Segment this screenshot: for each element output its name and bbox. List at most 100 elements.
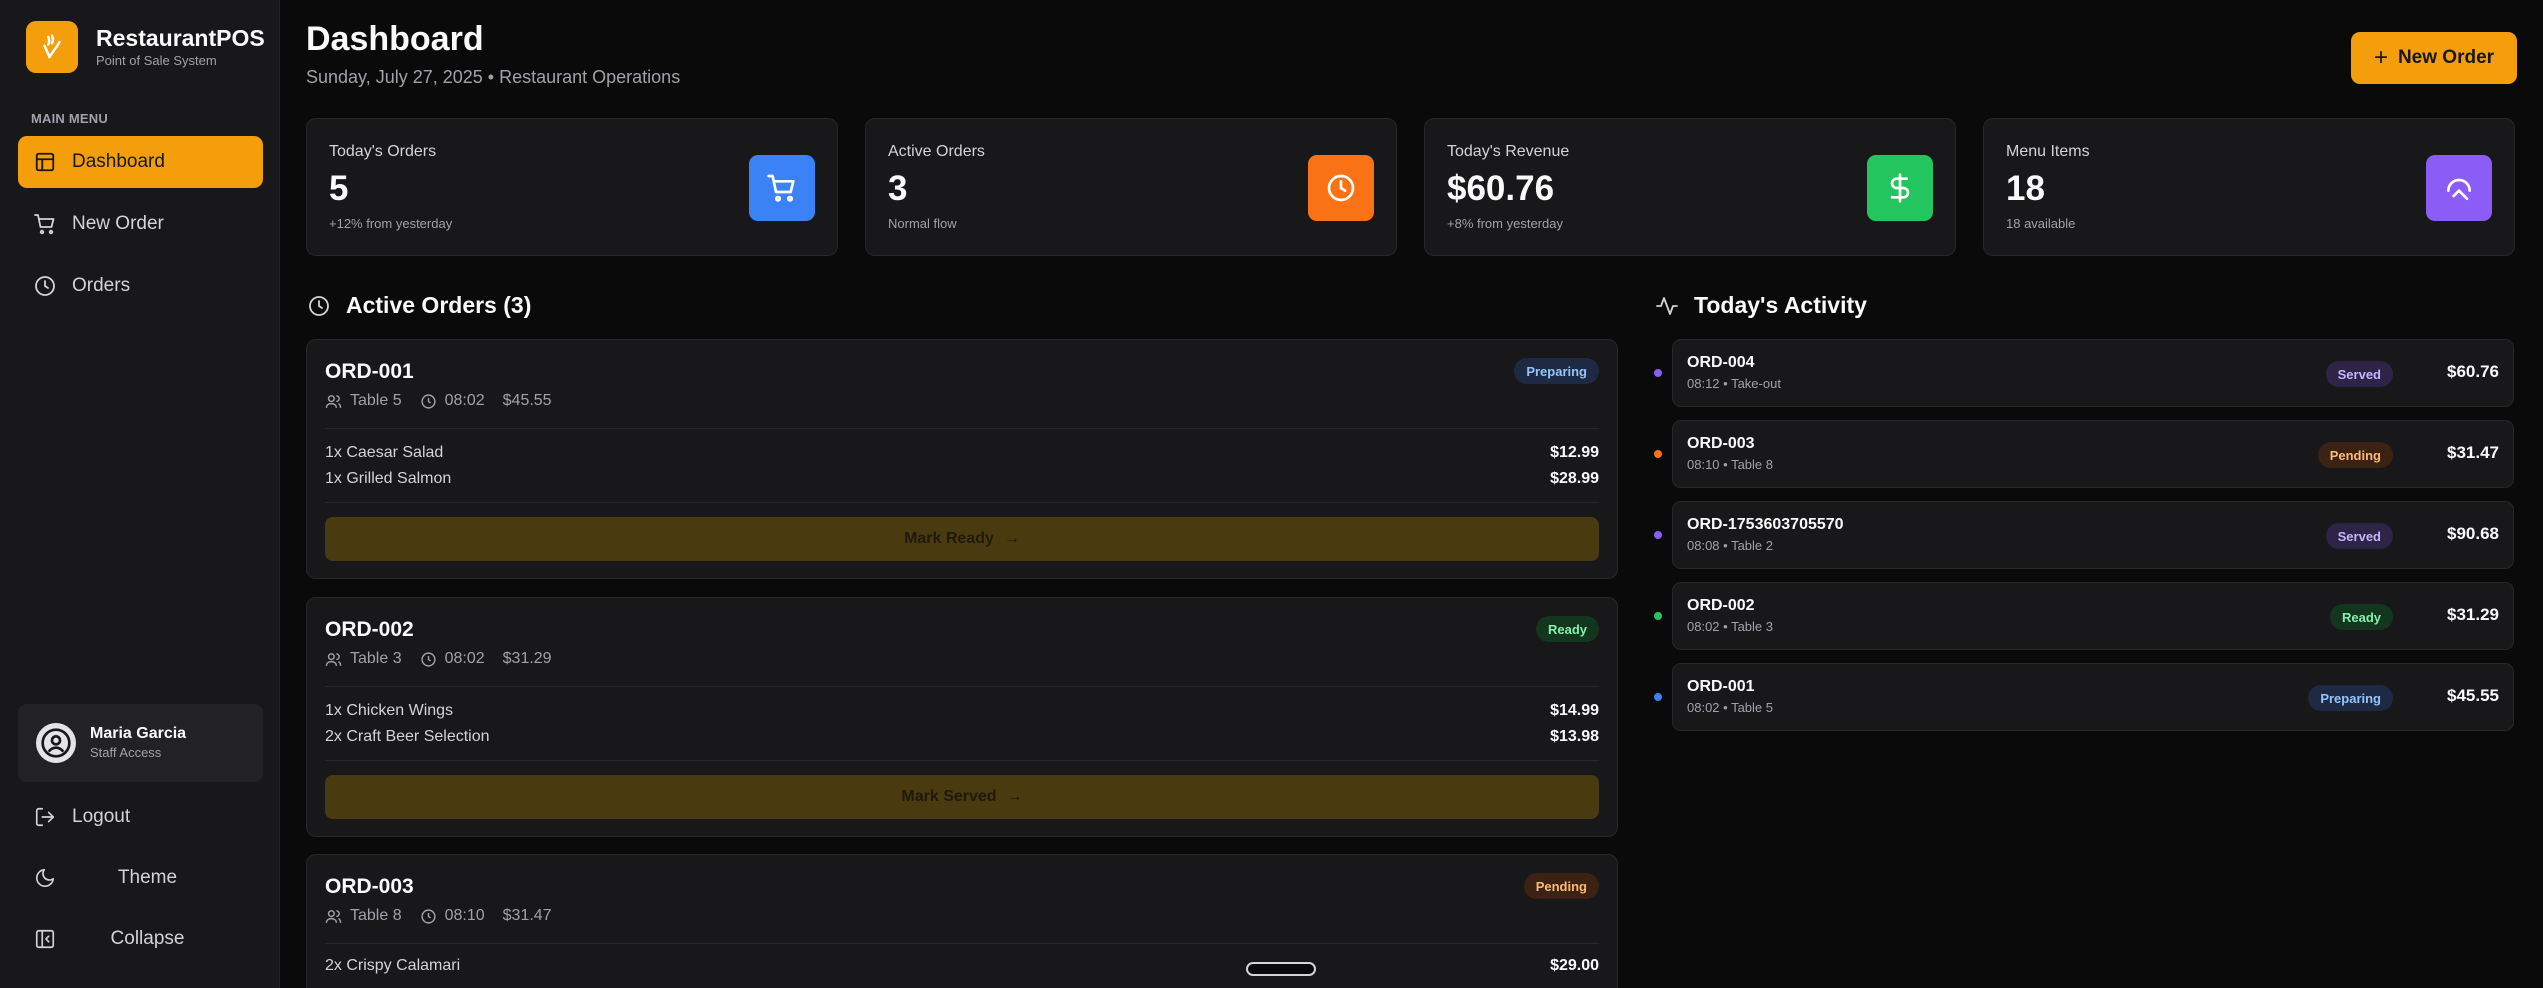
activity-subtitle: 08:02 • Table 5 bbox=[1687, 700, 1773, 715]
order-card-ord-003[interactable]: ORD-003 Pending Table 8 08:10 $31.47 2x … bbox=[306, 854, 1618, 988]
stat-label: Menu Items bbox=[2006, 143, 2090, 160]
main-content: Dashboard Sunday, July 27, 2025 • Restau… bbox=[280, 0, 2543, 988]
mark-served-button[interactable]: Mark Served → bbox=[325, 775, 1599, 819]
item-price: $12.99 bbox=[1550, 444, 1599, 461]
sidebar-item-label: Orders bbox=[72, 275, 131, 296]
order-id: ORD-003 bbox=[325, 875, 414, 898]
order-time: 08:02 bbox=[444, 650, 485, 667]
activity-card: ORD-1753603705570 08:08 • Table 2 Served… bbox=[1672, 501, 2514, 569]
stat-value: 18 bbox=[2006, 169, 2045, 208]
sidebar-item-new-order[interactable]: New Order bbox=[18, 198, 263, 250]
stat-label: Today's Orders bbox=[329, 143, 437, 160]
panel-collapse-icon bbox=[32, 926, 58, 952]
activity-item[interactable]: ORD-001 08:02 • Table 5 Preparing $45.55 bbox=[1654, 663, 2514, 731]
mark-ready-button[interactable]: Mark Ready → bbox=[325, 517, 1599, 561]
status-dot bbox=[1654, 693, 1662, 701]
order-meta: Table 3 08:02 $31.29 bbox=[325, 650, 570, 668]
item-name: 2x Craft Beer Selection bbox=[325, 728, 490, 745]
status-badge: Pending bbox=[2317, 442, 2393, 468]
activity-amount: $60.76 bbox=[2447, 362, 2499, 381]
order-table: Table 3 bbox=[350, 650, 402, 667]
status-badge: Served bbox=[2325, 523, 2393, 549]
activity-pulse-icon bbox=[1654, 293, 1680, 319]
order-total: $31.47 bbox=[502, 907, 552, 924]
status-dot bbox=[1654, 612, 1662, 620]
chef-hat-icon bbox=[26, 21, 78, 73]
sidebar-item-label: Dashboard bbox=[72, 151, 165, 172]
cart-icon bbox=[749, 155, 815, 221]
activity-amount: $31.29 bbox=[2447, 605, 2499, 624]
activity-item[interactable]: ORD-004 08:12 • Take-out Served $60.76 bbox=[1654, 339, 2514, 407]
stat-card-menu-items: Menu Items 18 18 available bbox=[1983, 118, 2515, 256]
divider bbox=[325, 686, 1599, 687]
logout-button[interactable]: Logout bbox=[18, 792, 263, 842]
clock-icon bbox=[306, 293, 332, 319]
user-avatar-icon bbox=[36, 723, 76, 763]
activity-order-id: ORD-003 bbox=[1687, 435, 1755, 452]
activity-subtitle: 08:12 • Take-out bbox=[1687, 376, 1781, 391]
status-badge: Served bbox=[2325, 361, 2393, 387]
collapse-sidebar-button[interactable]: Collapse bbox=[18, 914, 263, 964]
item-name: 1x Caesar Salad bbox=[325, 444, 444, 461]
order-line-item: 1x Chicken Wings $14.99 bbox=[325, 702, 1599, 720]
clock-icon bbox=[421, 393, 436, 409]
order-table: Table 8 bbox=[350, 907, 402, 924]
activity-subtitle: 08:02 • Table 3 bbox=[1687, 619, 1773, 634]
item-note-field[interactable] bbox=[1246, 962, 1316, 976]
order-card-ord-002[interactable]: ORD-002 Ready Table 3 08:02 $31.29 1x Ch… bbox=[306, 597, 1618, 837]
stat-value: $60.76 bbox=[1447, 169, 1555, 208]
sidebar-item-dashboard[interactable]: Dashboard bbox=[18, 136, 263, 188]
divider bbox=[325, 760, 1599, 761]
activity-amount: $45.55 bbox=[2447, 686, 2499, 705]
activity-card: ORD-004 08:12 • Take-out Served $60.76 bbox=[1672, 339, 2514, 407]
stat-card-todays-revenue: Today's Revenue $60.76 +8% from yesterda… bbox=[1424, 118, 1956, 256]
divider bbox=[325, 502, 1599, 503]
layout-icon bbox=[32, 149, 58, 175]
stat-value: 3 bbox=[888, 169, 908, 208]
order-card-ord-001[interactable]: ORD-001 Preparing Table 5 08:02 $45.55 1… bbox=[306, 339, 1618, 579]
activity-heading: Today's Activity bbox=[1654, 292, 1867, 319]
status-badge: Pending bbox=[1523, 873, 1599, 899]
stat-note: Normal flow bbox=[888, 216, 957, 231]
activity-card: ORD-001 08:02 • Table 5 Preparing $45.55 bbox=[1672, 663, 2514, 731]
order-line-item: 1x Caesar Salad $12.99 bbox=[325, 444, 1599, 462]
user-card[interactable]: Maria Garcia Staff Access bbox=[18, 704, 263, 782]
brand-subtitle: Point of Sale System bbox=[96, 53, 217, 68]
page-title: Dashboard bbox=[306, 20, 484, 58]
order-time: 08:10 bbox=[444, 907, 485, 924]
stat-label: Today's Revenue bbox=[1447, 143, 1570, 160]
activity-order-id: ORD-002 bbox=[1687, 597, 1755, 614]
dollar-icon bbox=[1867, 155, 1933, 221]
stat-label: Active Orders bbox=[888, 143, 985, 160]
users-icon bbox=[325, 652, 342, 666]
activity-item[interactable]: ORD-003 08:10 • Table 8 Pending $31.47 bbox=[1654, 420, 2514, 488]
activity-item[interactable]: ORD-002 08:02 • Table 3 Ready $31.29 bbox=[1654, 582, 2514, 650]
order-meta: Table 8 08:10 $31.47 bbox=[325, 907, 570, 925]
cart-icon bbox=[32, 211, 58, 237]
sidebar-item-orders[interactable]: Orders bbox=[18, 260, 263, 312]
item-name: 2x Crispy Calamari bbox=[325, 957, 461, 974]
theme-toggle-button[interactable]: Theme bbox=[18, 853, 263, 903]
activity-subtitle: 08:10 • Table 8 bbox=[1687, 457, 1773, 472]
page-subtitle: Sunday, July 27, 2025 • Restaurant Opera… bbox=[306, 67, 681, 87]
status-badge: Ready bbox=[1535, 616, 1599, 642]
order-id: ORD-002 bbox=[325, 618, 414, 641]
order-line-item: 2x Crispy Calamari $29.00 bbox=[325, 957, 1599, 975]
arrow-right-icon: → bbox=[1006, 788, 1023, 805]
clock-icon bbox=[1308, 155, 1374, 221]
user-role: Staff Access bbox=[90, 745, 162, 760]
status-badge: Ready bbox=[2329, 604, 2393, 630]
stat-card-todays-orders: Today's Orders 5 +12% from yesterday bbox=[306, 118, 838, 256]
new-order-button[interactable]: + New Order bbox=[2351, 32, 2517, 84]
item-price: $13.98 bbox=[1550, 728, 1599, 745]
chef-icon bbox=[2426, 155, 2492, 221]
moon-icon bbox=[32, 865, 58, 891]
brand[interactable]: RestaurantPOS Point of Sale System bbox=[26, 21, 265, 73]
activity-item[interactable]: ORD-1753603705570 08:08 • Table 2 Served… bbox=[1654, 501, 2514, 569]
order-line-item: 1x Grilled Salmon $28.99 bbox=[325, 470, 1599, 488]
stat-value: 5 bbox=[329, 169, 349, 208]
stat-card-active-orders: Active Orders 3 Normal flow bbox=[865, 118, 1397, 256]
order-total: $31.29 bbox=[502, 650, 552, 667]
clock-icon bbox=[421, 651, 436, 667]
active-orders-heading: Active Orders (3) bbox=[306, 292, 531, 319]
